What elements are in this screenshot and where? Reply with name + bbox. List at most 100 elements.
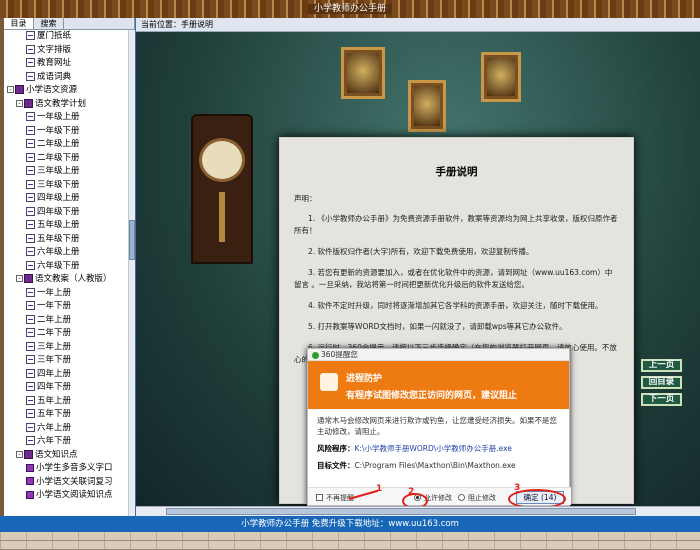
tree-item-label: 小学生多音多义字口 (36, 463, 113, 473)
tree-item[interactable]: 四年下册 (4, 381, 128, 395)
doc-icon (26, 58, 35, 67)
book-icon (24, 274, 33, 283)
tree-item[interactable]: 四年上册 (4, 368, 128, 382)
tree-item-label: 小学语文阅读知识点 (36, 490, 113, 500)
collapse-toggle-icon[interactable]: - (7, 86, 14, 93)
clock-pendulum (219, 192, 225, 242)
tree-item[interactable]: 六年级下册 (4, 260, 128, 274)
doc-icon (26, 206, 35, 216)
tree-item-label: 四年上册 (37, 368, 72, 379)
collapse-toggle-icon[interactable]: - (16, 275, 23, 282)
doc-icon (26, 260, 35, 270)
document-title: 手册说明 (435, 166, 478, 178)
tree-item-label: 小学语文关联词复习 (36, 476, 113, 487)
collapse-toggle-icon[interactable]: - (16, 450, 23, 458)
sidebar: 目录 搜索 厦门抵纸 文字排版教育网址 成语词典 - 小学语文资源 - 语文教学计划 一年级上… (4, 18, 135, 530)
doc-icon (26, 247, 35, 256)
tree-item[interactable]: 四年级上册 (4, 192, 128, 206)
tree-item[interactable]: 五年上册 (4, 395, 128, 409)
tree-item[interactable]: 三年下册 (4, 354, 128, 368)
tree-item[interactable]: 三年级下册 (4, 179, 128, 193)
tree-item[interactable]: 六年上册 (4, 422, 128, 436)
tree-item[interactable]: 四年级下册 (4, 206, 128, 220)
tree-item-label: 二年级下册 (37, 152, 80, 163)
tree-item[interactable]: 六年级上册 (4, 246, 128, 260)
doc-icon (26, 355, 35, 364)
tree-item[interactable]: 五年级下册 (4, 233, 128, 247)
tree-item[interactable]: 小学语文关联词复习 (4, 476, 128, 490)
doc-icon (26, 193, 35, 202)
dont-remind-checkbox[interactable] (316, 494, 323, 501)
doc-icon (26, 179, 35, 189)
dialog-description: 通常木马会修改网页来进行欺诈或钓鱼，让您遭受经济损失。如果不是您主动修改，请阻止… (317, 416, 557, 436)
doc-icon (26, 301, 35, 310)
scrollbar-thumb[interactable] (129, 220, 135, 260)
next-page-button[interactable]: 下一页 (641, 393, 682, 406)
tree-item[interactable]: 成语词典 (4, 71, 128, 85)
doc-icon (26, 44, 35, 54)
horizontal-scrollbar-thumb[interactable] (166, 508, 636, 515)
tree-item-label: 二年级上册 (37, 139, 80, 149)
dialog-heading: 进程防护 (346, 374, 383, 384)
tree-item[interactable]: 二年上册 (4, 314, 128, 328)
document-intro: 声明： (294, 194, 317, 203)
tree-item[interactable]: 六年下册 (4, 435, 128, 449)
tree-item-label: 成语词典 (37, 71, 72, 82)
tree-item[interactable]: 小学语文阅读知识点 (4, 489, 128, 503)
tree-item[interactable]: 文字排版 (4, 44, 128, 58)
tree-item-label: 二年上册 (37, 314, 72, 325)
tree-item-label: 三年级上册 (37, 166, 80, 176)
tree-item[interactable]: - 语文知识点 (4, 449, 128, 463)
doc-icon (26, 395, 35, 405)
book-icon (15, 85, 24, 94)
tree-item-label: 五年级下册 (37, 233, 80, 244)
block-radio[interactable] (458, 494, 465, 501)
tree-item[interactable]: - 语文教学计划 (4, 98, 128, 112)
tree-item-label: 四年级下册 (37, 206, 80, 217)
doc-icon (26, 314, 35, 324)
dialog-brand: 360提醒您 (321, 350, 358, 359)
tab-search[interactable]: 搜索 (34, 18, 64, 29)
location-label: 当前位置： (141, 20, 181, 29)
tree-item[interactable]: 三年上册 (4, 341, 128, 355)
tree-item[interactable]: 二年级上册 (4, 138, 128, 152)
tree-item[interactable]: 二年下册 (4, 327, 128, 341)
tree-item-label: 语文知识点 (35, 449, 78, 460)
block-label: 阻止修改 (468, 494, 496, 502)
horizontal-scrollbar[interactable] (136, 506, 700, 516)
book-small-icon (26, 463, 34, 472)
document-paragraph-3: 3. 若您有更新的资源要加入，或者在优化软件中的资源，请到网址（www.uu16… (294, 268, 613, 289)
tree-item[interactable]: 教育网址 (4, 57, 128, 71)
tree-item-label: 六年上册 (37, 422, 72, 433)
sidebar-scrollbar[interactable] (128, 30, 135, 530)
tree-item-label: 文字排版 (37, 44, 72, 55)
tree-item[interactable]: 二年级下册 (4, 152, 128, 166)
tree-item[interactable]: 小学生多音多义字口 (4, 462, 128, 476)
prev-page-button[interactable]: 上一页 (641, 359, 682, 372)
tree-item[interactable]: - 小学语文资源 (4, 84, 128, 98)
document-paragraph-1: 1. 《小学教师办公手册》为免费资源手册软件，教案等资源均为网上共享收录，版权归… (294, 214, 618, 235)
doc-icon (26, 233, 35, 243)
tree-item[interactable]: 一年下册 (4, 300, 128, 314)
doc-icon (26, 409, 35, 418)
tree-item[interactable]: 三年级上册 (4, 165, 128, 179)
document-paragraph-4: 4. 软件不定时升级，同时将逐渐增加其它各学科的资源手册，欢迎关注，随时下载使用… (308, 301, 603, 310)
tree-item-label: 一年级下册 (37, 125, 80, 136)
tree-item[interactable]: 五年级上册 (4, 219, 128, 233)
collapse-toggle-icon[interactable]: - (16, 99, 23, 107)
shield-icon (312, 351, 319, 359)
tree-item[interactable]: 厦门抵纸 (4, 30, 128, 44)
painting (347, 53, 379, 93)
tree-item-label: 四年级上册 (37, 193, 80, 203)
tree-item[interactable]: 五年下册 (4, 408, 128, 422)
tab-contents[interactable]: 目录 (4, 18, 34, 29)
tree-item[interactable]: 一年级上册 (4, 111, 128, 125)
doc-icon (26, 382, 35, 391)
toc-button[interactable]: 回目录 (641, 376, 682, 389)
dialog-subheading: 有程序试图修改您正访问的网页，建议阻止 (346, 391, 518, 401)
tree-item[interactable]: 一年级下册 (4, 125, 128, 139)
allow-label: 允许修改 (424, 494, 452, 502)
doc-icon (26, 31, 35, 40)
tree-item[interactable]: - 语文教案（人教版） (4, 273, 128, 287)
tree-item[interactable]: 一年上册 (4, 287, 128, 301)
